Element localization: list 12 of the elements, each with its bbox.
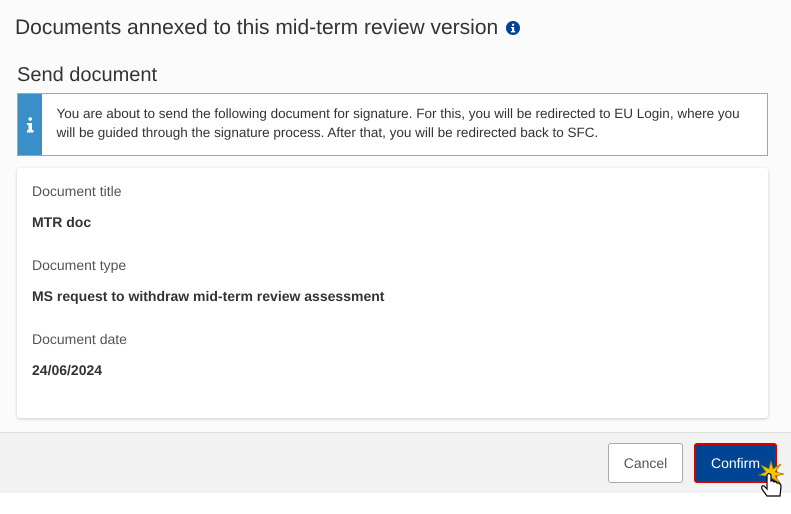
field-label: Document title (32, 183, 122, 201)
info-icon (26, 116, 34, 132)
field-value: MTR doc (32, 213, 92, 232)
page-title: Documents annexed to this mid-term review version (15, 16, 498, 40)
dialog-title: Send document (17, 64, 158, 88)
field-value: 24/06/2024 (32, 361, 104, 380)
field-label: Document type (32, 257, 128, 275)
info-message: You are about to send the following document for signature. For this, you will be redirected to EU Login, where you will be guided through the signature process. After that, you will be redirected back to SFC. (55, 105, 741, 142)
field-value: MS request to withdraw mid-term review assessment (32, 287, 386, 306)
info-icon[interactable] (506, 21, 520, 35)
field-label: Document date (32, 331, 128, 349)
cancel-button[interactable]: Cancel (608, 443, 683, 483)
